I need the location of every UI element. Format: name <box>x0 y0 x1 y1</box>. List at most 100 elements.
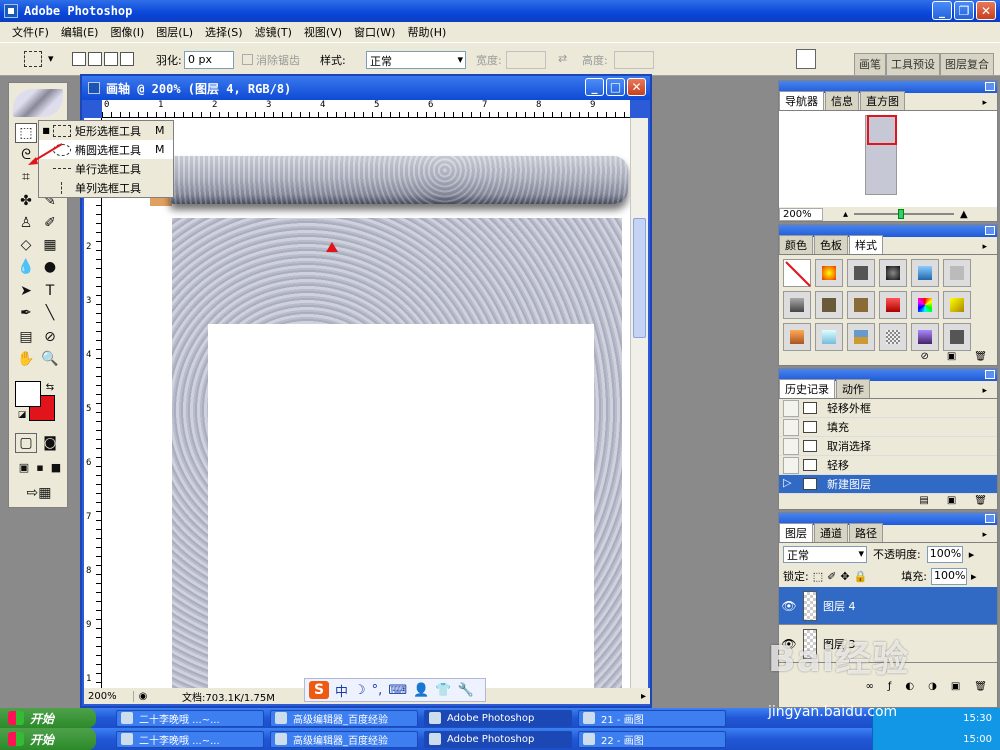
standard-mode-icon[interactable]: ▢ <box>15 433 37 453</box>
history-item[interactable]: 取消选择 <box>779 437 997 456</box>
layer-style-icon[interactable]: ƒ <box>888 681 892 695</box>
style-swatch[interactable] <box>847 291 875 319</box>
tab-channels[interactable]: 通道 <box>814 523 848 542</box>
default-colors-icon[interactable]: ◪ <box>11 405 33 425</box>
lock-position-icon[interactable]: ✥ <box>840 570 849 583</box>
menu-help[interactable]: 帮助(H) <box>401 24 452 40</box>
navigator-zoom[interactable]: 200% <box>779 207 823 221</box>
menu-file[interactable]: 文件(F) <box>6 24 55 40</box>
feather-input[interactable]: 0 px <box>184 51 234 69</box>
chinese-mode-icon[interactable]: 中 <box>335 681 348 700</box>
style-select[interactable]: 正常 ▾ <box>366 51 466 69</box>
history-item[interactable]: 轻移外框 <box>779 399 997 418</box>
style-swatch[interactable] <box>911 291 939 319</box>
eyedropper-tool-icon[interactable]: ⊘ <box>39 327 61 347</box>
lock-image-icon[interactable]: ✐ <box>827 570 836 583</box>
hand-tool-icon[interactable]: ✋ <box>15 349 37 369</box>
subtract-selection-icon[interactable] <box>104 52 118 66</box>
menu-edit[interactable]: 编辑(E) <box>55 24 105 40</box>
stamp-tool-icon[interactable]: ♙ <box>15 213 37 233</box>
eye-icon[interactable]: 👁 <box>779 599 799 613</box>
user-icon[interactable]: 👤 <box>413 683 429 698</box>
ruler-vertical[interactable]: 1 2 3 4 5 6 7 8 9 1 <box>84 118 102 692</box>
fill-arrow-icon[interactable]: ▸ <box>971 570 977 583</box>
tab-navigator[interactable]: 导航器 <box>779 91 824 110</box>
scrollbar-thumb[interactable] <box>633 218 646 338</box>
minimize-button[interactable]: _ <box>932 1 952 20</box>
dodge-tool-icon[interactable]: ● <box>39 257 61 277</box>
swap-icon[interactable]: ⇄ <box>558 52 567 65</box>
tab-styles[interactable]: 样式 <box>849 235 883 254</box>
marquee-preset-icon[interactable] <box>24 51 42 67</box>
style-swatch[interactable] <box>815 259 843 287</box>
new-layer-icon[interactable]: ▣ <box>951 681 960 695</box>
lock-all-icon[interactable]: 🔒 <box>854 570 868 583</box>
style-swatch[interactable] <box>911 323 939 351</box>
panel-minimize-icon[interactable] <box>985 370 995 379</box>
style-none[interactable] <box>783 259 811 287</box>
menu-layer[interactable]: 图层(L) <box>150 24 199 40</box>
style-swatch[interactable] <box>815 323 843 351</box>
width-input[interactable] <box>506 51 546 69</box>
jump-to-imageready-icon[interactable]: ⇨▦ <box>19 483 59 503</box>
add-selection-icon[interactable] <box>88 52 102 66</box>
history-item[interactable]: 填充 <box>779 418 997 437</box>
menu-filter[interactable]: 滤镜(T) <box>249 24 298 40</box>
delete-history-icon[interactable]: 🗑 <box>974 495 987 509</box>
history-item-selected[interactable]: ▷ 新建图层 <box>779 475 997 494</box>
screen-mode-3-icon[interactable]: ■ <box>45 457 67 477</box>
style-swatch[interactable] <box>943 259 971 287</box>
taskbar-item[interactable]: 22 - 画图 <box>578 730 726 748</box>
style-swatch[interactable] <box>815 291 843 319</box>
tab-history[interactable]: 历史记录 <box>779 379 835 398</box>
blend-mode-select[interactable]: 正常 ▾ <box>783 545 867 563</box>
tab-histogram[interactable]: 直方图 <box>860 91 905 110</box>
crop-tool-icon[interactable]: ⌗ <box>15 167 37 187</box>
panel-minimize-icon[interactable] <box>985 82 995 91</box>
tools-icon[interactable]: 🔧 <box>457 683 473 698</box>
adjustment-layer-icon[interactable]: ◑ <box>928 681 937 695</box>
preset-dropdown-icon[interactable]: ▾ <box>48 52 54 65</box>
sogou-icon[interactable]: S <box>309 681 329 699</box>
skin-icon[interactable]: 👕 <box>435 683 451 698</box>
history-brush-icon[interactable]: ✐ <box>39 213 61 233</box>
new-document-icon[interactable]: ▣ <box>947 495 956 509</box>
opacity-arrow-icon[interactable]: ▸ <box>969 548 975 561</box>
style-swatch[interactable] <box>911 259 939 287</box>
style-swatch[interactable] <box>783 291 811 319</box>
menu-image[interactable]: 图像(I) <box>104 24 150 40</box>
taskbar-item[interactable]: 21 - 画图 <box>578 709 726 727</box>
menu-window[interactable]: 窗口(W) <box>348 24 401 40</box>
opacity-input[interactable]: 100% <box>926 545 963 563</box>
layer-row-selected[interactable]: 👁 图层 4 <box>779 587 997 625</box>
tab-tool-presets[interactable]: 工具预设 <box>886 53 940 75</box>
taskbar-item[interactable]: 二十李晚哦 ...~... <box>116 709 264 727</box>
zoom-level[interactable]: 200% <box>84 690 134 702</box>
flyout-rect-marquee[interactable]: ■ 矩形选框工具 M <box>39 121 173 140</box>
healing-tool-icon[interactable]: ✤ <box>15 191 37 211</box>
path-select-icon[interactable]: ➤ <box>15 281 37 301</box>
status-arrow-icon[interactable]: ▸ <box>641 691 646 702</box>
gradient-tool-icon[interactable]: ▦ <box>39 235 61 255</box>
keyboard-icon[interactable]: ⌨ <box>388 683 407 698</box>
start-button[interactable]: 开始 <box>0 708 96 728</box>
panel-minimize-icon[interactable] <box>985 514 995 523</box>
close-button[interactable]: ✕ <box>976 1 996 20</box>
swap-colors-icon[interactable]: ⇆ <box>39 377 61 397</box>
tab-swatches[interactable]: 色板 <box>814 235 848 254</box>
tab-brushes[interactable]: 画笔 <box>854 53 886 75</box>
blur-tool-icon[interactable]: 💧 <box>15 257 37 277</box>
intersect-selection-icon[interactable] <box>120 52 134 66</box>
zoom-slider[interactable] <box>854 209 955 219</box>
tab-actions[interactable]: 动作 <box>836 379 870 398</box>
lock-transparent-icon[interactable]: ⬚ <box>813 570 823 583</box>
height-input[interactable] <box>614 51 654 69</box>
style-swatch[interactable] <box>879 323 907 351</box>
delete-layer-icon[interactable]: 🗑 <box>974 681 987 695</box>
doc-minimize-button[interactable]: _ <box>585 78 604 96</box>
new-selection-icon[interactable] <box>72 52 86 66</box>
zoom-tool-icon[interactable]: 🔍 <box>39 349 61 369</box>
doc-close-button[interactable]: ✕ <box>627 78 646 96</box>
pen-tool-icon[interactable]: ✒ <box>15 303 37 323</box>
status-menu-icon[interactable]: ◉ <box>134 691 152 702</box>
